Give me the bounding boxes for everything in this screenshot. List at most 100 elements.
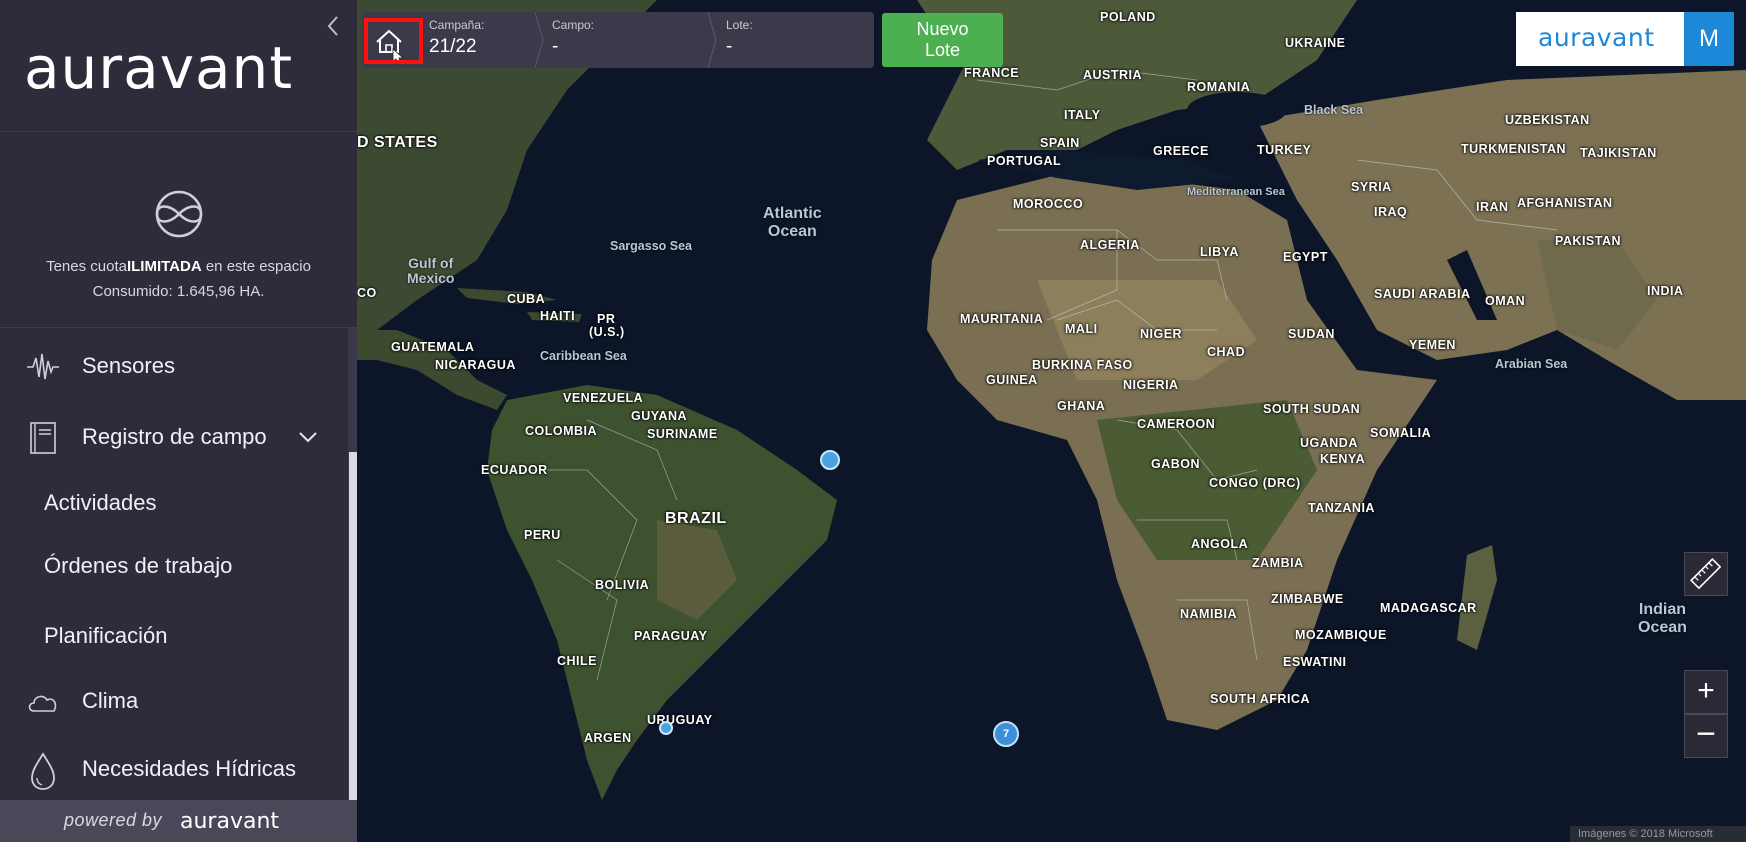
field-marker[interactable] (659, 721, 673, 735)
map-label-algeria: ALGERIA (1080, 238, 1140, 252)
infinity-icon (155, 190, 203, 238)
map-label-congo: CONGO (DRC) (1209, 476, 1301, 490)
water-drop-icon (31, 752, 55, 790)
map-label-madagascar: MADAGASCAR (1380, 601, 1477, 615)
sidebar-item-sensores[interactable]: Sensores (0, 338, 348, 394)
sidebar-logo: auravant (0, 0, 357, 132)
chevron-down-icon (299, 432, 317, 443)
auravant-logo-small: auravant (180, 810, 279, 834)
map-label-gabon: GABON (1151, 457, 1201, 471)
new-lot-button[interactable]: Nuevo Lote (882, 13, 1003, 67)
map-label-spain: SPAIN (1040, 136, 1080, 150)
map-label-namibia: NAMIBIA (1180, 607, 1237, 621)
map-label-france: FRANCE (964, 66, 1020, 80)
map-label-caribbean: Caribbean Sea (540, 349, 627, 363)
map-label-colombia: COLOMBIA (525, 424, 598, 438)
map-label-mozambique: MOZAMBIQUE (1295, 628, 1387, 642)
segment-divider (707, 12, 717, 68)
world-map[interactable]: POLAND UKRAINE AUSTRIA FRANCE ROMANIA IT… (357, 0, 1746, 842)
campaign-selector[interactable]: Campaña: 21/22 (421, 12, 531, 68)
map-label-puerto-rico: PR (597, 312, 616, 326)
map-label-guatemala: GUATEMALA (391, 340, 475, 354)
powered-by-text: powered by (64, 810, 163, 830)
sidebar-subitem-planificacion[interactable]: Planificación (0, 611, 348, 661)
map-label-iran: IRAN (1476, 200, 1509, 214)
map-label-sudan: SUDAN (1288, 327, 1335, 341)
user-avatar[interactable]: M (1684, 12, 1734, 66)
ruler-icon (1690, 558, 1722, 590)
map-label-india: INDIA (1647, 284, 1684, 298)
map-label-austria: AUSTRIA (1083, 68, 1143, 82)
map-label-uganda: UGANDA (1300, 436, 1358, 450)
map-label-ecuador: ECUADOR (481, 463, 548, 477)
zoom-out-button[interactable]: − (1684, 714, 1728, 758)
map-label-kenya: KENYA (1320, 452, 1366, 466)
lot-value: - (726, 36, 733, 57)
map-label-nigeria: NIGERIA (1123, 378, 1179, 392)
field-cluster-marker[interactable]: 7 (993, 721, 1019, 747)
map-label-uzbekistan: UZBEKISTAN (1505, 113, 1590, 127)
map-label-guinea: GUINEA (986, 373, 1038, 387)
sidebar-item-necesidades-hidricas[interactable]: Necesidades Hídricas (0, 741, 348, 797)
segment-divider (534, 12, 544, 68)
auravant-logo: auravant (1538, 24, 1654, 52)
sidebar-item-clima[interactable]: Clima (0, 673, 348, 729)
map-label-somalia: SOMALIA (1370, 426, 1432, 440)
sidebar-item-label: Clima (82, 688, 139, 713)
map-label-brazil: BRAZIL (665, 510, 727, 527)
map-label-iraq: IRAQ (1374, 205, 1408, 219)
map-label-mediterranean: Mediterranean Sea (1187, 186, 1285, 198)
sidebar-subitem-actividades[interactable]: Actividades (0, 478, 348, 528)
map-label-zimbabwe: ZIMBABWE (1271, 592, 1344, 606)
map-label-bolivia: BOLIVIA (595, 578, 650, 592)
map-label-morocco: MOROCCO (1013, 197, 1084, 211)
sidebar-item-label: Necesidades Hídricas (82, 756, 296, 781)
map-label-syria: SYRIA (1351, 180, 1392, 194)
map-label-tajikistan: TAJIKISTAN (1580, 146, 1657, 160)
map-label-puerto-rico-us: (U.S.) (589, 325, 625, 339)
map-label-guyana: GUYANA (631, 409, 688, 423)
cloud-icon (28, 695, 57, 712)
map-label-greece: GREECE (1153, 144, 1209, 158)
brand-logo-box: auravant (1516, 12, 1684, 66)
campaign-value: 21/22 (429, 36, 477, 57)
map-label-paraguay: PARAGUAY (634, 629, 708, 643)
map-label-burkina-faso: BURKINA FASO (1032, 358, 1133, 372)
lot-label: Lote: (726, 18, 753, 32)
map-label-black-sea: Black Sea (1304, 103, 1364, 117)
map-label-gulf-of-mexico: Gulf of Mexico (407, 255, 455, 286)
map-label-oman: OMAN (1485, 294, 1526, 308)
lot-selector[interactable]: Lote: - (718, 12, 868, 68)
map-label-chad: CHAD (1207, 345, 1246, 359)
map-label-venezuela: VENEZUELA (563, 391, 644, 405)
map-label-zambia: ZAMBIA (1252, 556, 1304, 570)
powered-by-footer: powered by auravant (0, 800, 357, 842)
map-label-mali: MALI (1065, 322, 1098, 336)
sidebar-scrollbar-thumb[interactable] (349, 452, 357, 800)
field-marker[interactable] (820, 450, 840, 470)
svg-text:auravant: auravant (180, 810, 279, 834)
map-label-mexico: CO (357, 286, 377, 300)
measure-button[interactable] (1684, 552, 1728, 596)
sidebar-item-label: Registro de campo (82, 424, 267, 449)
campaign-label: Campaña: (429, 18, 485, 32)
map-label-ghana: GHANA (1057, 399, 1106, 413)
map-copyright: Imágenes © 2018 Microsoft (1570, 826, 1746, 842)
map-label-cameroon: CAMEROON (1137, 417, 1216, 431)
map-label-pakistan: PAKISTAN (1555, 234, 1622, 248)
map-label-south-africa: SOUTH AFRICA (1210, 692, 1310, 706)
map-label-atlantic-ocean: Atlantic Ocean (763, 205, 822, 240)
sidebar-subitem-ordenes-de-trabajo[interactable]: Órdenes de trabajo (0, 541, 348, 591)
quota-panel: Tenes cuotaILIMITADA en este espacio Con… (0, 132, 357, 328)
selection-bar: Campaña: 21/22 Campo: - Lote: - (362, 12, 874, 68)
map-label-united-states: D STATES (357, 134, 438, 151)
field-value: - (552, 36, 559, 57)
zoom-in-button[interactable]: + (1684, 670, 1728, 714)
sidebar-item-registro-de-campo[interactable]: Registro de campo (0, 409, 348, 465)
map-label-chile: CHILE (557, 654, 597, 668)
collapse-sidebar-icon[interactable] (325, 14, 341, 38)
map-label-poland: POLAND (1100, 10, 1156, 24)
field-selector[interactable]: Campo: - (544, 12, 704, 68)
map-label-saudi-arabia: SAUDI ARABIA (1374, 287, 1471, 301)
sensor-wave-icon (27, 353, 59, 380)
